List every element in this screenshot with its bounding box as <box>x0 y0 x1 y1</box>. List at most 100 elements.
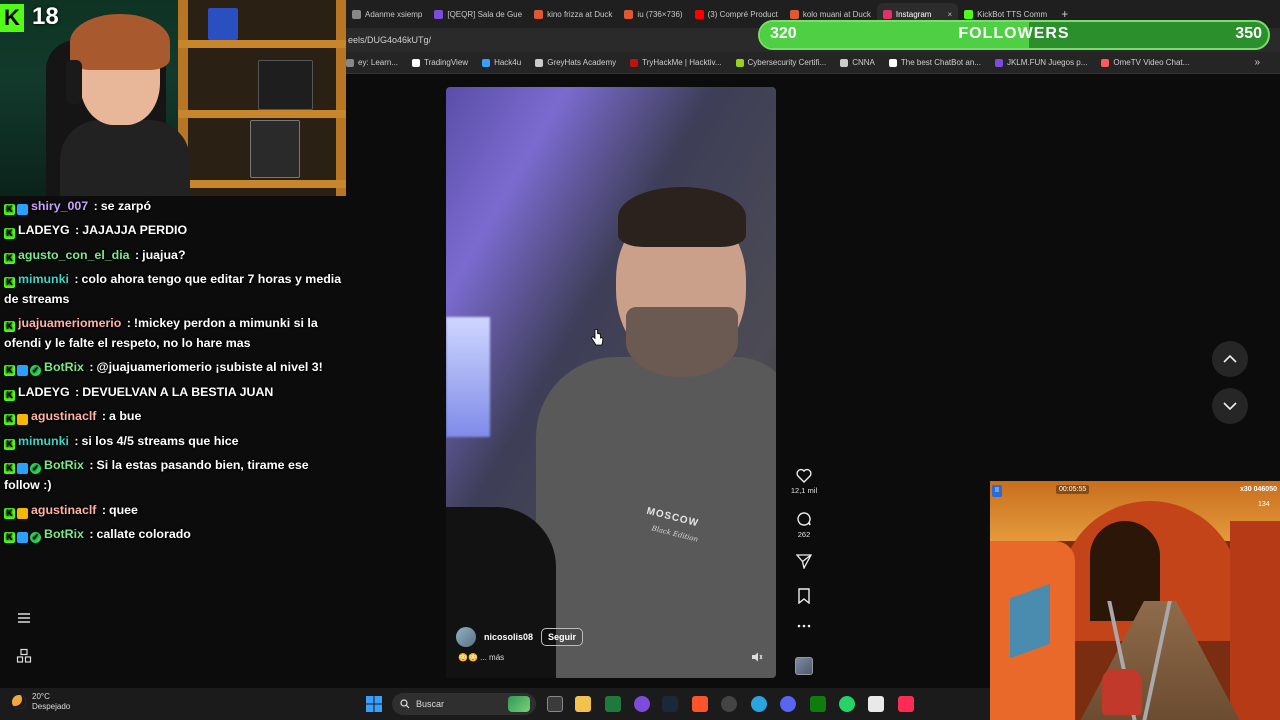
bookmark-item[interactable]: Hack4u <box>482 58 521 67</box>
file-explorer-icon[interactable] <box>575 696 591 712</box>
bookmark-item[interactable]: ey: Learn... <box>346 58 398 67</box>
chatbot-icon <box>888 58 897 67</box>
kick-badge-icon: K <box>4 321 15 332</box>
chat-text: JAJAJJA PERDIO <box>82 223 188 237</box>
more-action[interactable] <box>790 624 818 628</box>
brave-icon[interactable] <box>692 696 708 712</box>
reel-caption[interactable]: 😳😳 ... más <box>458 653 504 662</box>
like-action[interactable]: 12,1 mil <box>790 468 818 495</box>
chat-text: @juajuameriomerio ¡subiste al nivel 3! <box>96 360 323 374</box>
chat-username[interactable]: LADEYG <box>18 385 70 399</box>
chat-username[interactable]: mimunki <box>18 272 69 286</box>
chat-separator: : <box>70 434 79 448</box>
speaker-icon[interactable] <box>751 652 763 662</box>
browser-tab[interactable]: iu (736×736) <box>618 3 688 25</box>
kick-badge-icon: K <box>4 439 15 450</box>
app-icon[interactable] <box>605 696 621 712</box>
chat-separator: : <box>85 360 94 374</box>
chat-username[interactable]: juajuameriomerio <box>18 316 121 330</box>
previous-reel-button[interactable] <box>1212 341 1248 377</box>
game-coins: 134 <box>1258 501 1270 508</box>
tab-label: Instagram <box>895 9 932 19</box>
new-tab-button[interactable]: + <box>1053 7 1076 21</box>
chat-username[interactable]: LADEYG <box>18 223 70 237</box>
bookmark-icon[interactable] <box>797 588 811 604</box>
bookmark-item[interactable]: JKLM.FUN Juegos p... <box>994 58 1087 67</box>
chat-username[interactable]: shiry_007 <box>31 199 88 213</box>
discord-icon[interactable] <box>780 696 796 712</box>
share-action[interactable] <box>790 554 818 569</box>
tab-label: kolo muani at Duck <box>802 9 871 19</box>
app-icon[interactable] <box>634 696 650 712</box>
apps-icon[interactable] <box>16 648 32 664</box>
browser-tab[interactable]: [QEQR] Sala de Gue <box>428 3 528 25</box>
more-icon[interactable] <box>797 624 811 628</box>
bookmark-item[interactable]: The best ChatBot an... <box>888 58 981 67</box>
bot-badge-icon: ✓ <box>30 365 41 376</box>
xbox-icon[interactable] <box>810 696 826 712</box>
taskbar-search[interactable]: Buscar <box>392 693 536 715</box>
reel-video[interactable]: MOSCOW Black Edition nicosolis08 Seguir … <box>446 87 776 678</box>
browser-tab[interactable]: kino frizza at Duck <box>528 3 618 25</box>
verified-badge-icon <box>17 463 28 474</box>
steam-icon[interactable] <box>662 696 678 712</box>
browser-tab[interactable]: Adanme xsiemp <box>346 3 428 25</box>
chat-username[interactable]: BotRix <box>44 458 84 472</box>
tiktok-icon[interactable] <box>898 696 914 712</box>
tab-favicon-icon <box>434 9 444 19</box>
chat-username[interactable]: agusto_con_el_dia <box>18 248 130 262</box>
chat-username[interactable]: BotRix <box>44 360 84 374</box>
reel-person-hair <box>618 187 746 247</box>
hack4u-icon <box>482 58 491 67</box>
url-text[interactable]: eels/DUG4o46kUTg/ <box>348 35 431 45</box>
bookmark-item[interactable]: Cybersecurity Certifi... <box>735 58 826 67</box>
bookmark-item[interactable]: TryHackMe | Hacktiv... <box>630 58 722 67</box>
audio-thumbnail[interactable] <box>795 657 813 675</box>
next-reel-button[interactable] <box>1212 388 1248 424</box>
bookmark-label: GreyHats Academy <box>547 58 617 67</box>
pause-icon: II <box>992 485 1002 497</box>
bookmark-item[interactable]: CNNA <box>840 58 875 67</box>
cpu-box <box>250 120 300 178</box>
author-name[interactable]: nicosolis08 <box>484 632 533 642</box>
streamer-hair <box>70 14 170 70</box>
folder-icon <box>840 58 849 67</box>
kick-badge-icon: K <box>4 508 15 519</box>
kick-badge-icon: K <box>4 390 15 401</box>
close-tab-icon[interactable]: × <box>947 10 952 19</box>
reel-author: nicosolis08 Seguir <box>456 627 584 647</box>
hand-cursor-icon <box>590 329 604 346</box>
heart-icon[interactable] <box>796 468 812 483</box>
bookmark-item[interactable]: GreyHats Academy <box>535 58 616 67</box>
chat-username[interactable]: mimunki <box>18 434 69 448</box>
tab-label: KickBot TTS Comm <box>977 9 1048 19</box>
author-avatar[interactable] <box>456 627 476 647</box>
bookmarks-more-button[interactable]: » <box>1254 57 1260 68</box>
app-icon[interactable] <box>868 696 884 712</box>
windows-start-icon[interactable] <box>366 696 382 712</box>
weather-desc: Despejado <box>32 702 71 711</box>
chevron-down-icon <box>1223 402 1237 410</box>
bookmark-item[interactable]: TradingView <box>412 58 468 67</box>
chat-username[interactable]: BotRix <box>44 527 84 541</box>
whatsapp-icon[interactable] <box>839 696 855 712</box>
chat-message: Kagustinaclf : quee <box>4 500 344 520</box>
save-action[interactable] <box>790 588 818 604</box>
menu-icon[interactable] <box>16 610 32 626</box>
bookmark-label: The best ChatBot an... <box>900 58 981 67</box>
comment-action[interactable]: 262 <box>790 511 818 539</box>
tryhackme-icon <box>630 58 639 67</box>
weather-text: 20°C Despejado <box>32 692 70 712</box>
chat-username[interactable]: agustinaclf <box>31 503 96 517</box>
tab-label: [QEQR] Sala de Gue <box>447 9 523 19</box>
obs-icon[interactable] <box>721 696 737 712</box>
chat-username[interactable]: agustinaclf <box>31 409 96 423</box>
follow-button[interactable]: Seguir <box>541 628 584 646</box>
weather-widget[interactable]: 20°C Despejado <box>12 692 70 712</box>
telegram-icon[interactable] <box>751 696 767 712</box>
send-icon[interactable] <box>796 554 812 569</box>
task-view-icon[interactable] <box>547 696 563 712</box>
kick-badge-icon: K <box>4 228 15 239</box>
bookmark-item[interactable]: OmeTV Video Chat... <box>1101 58 1189 67</box>
comment-icon[interactable] <box>796 511 812 527</box>
